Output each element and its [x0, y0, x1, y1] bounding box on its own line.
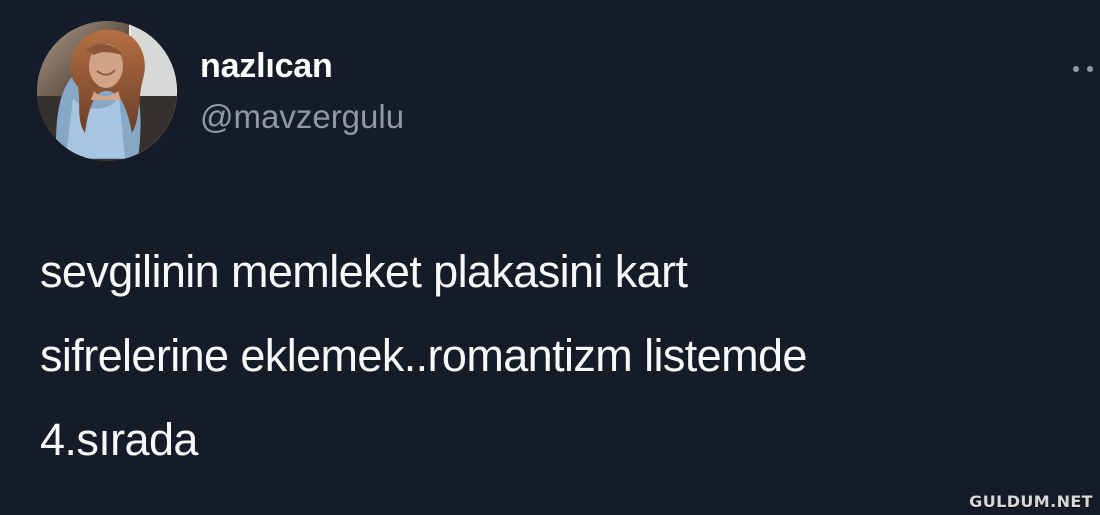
more-options-icon [1087, 66, 1093, 72]
avatar[interactable] [37, 21, 177, 161]
more-options-icon [1073, 66, 1079, 72]
tweet-text-line: 4.sırada [40, 414, 198, 465]
more-options-button[interactable] [1069, 60, 1100, 78]
site-watermark: GULDUM.NET [969, 492, 1093, 511]
username[interactable]: @mavzergulu [200, 98, 404, 136]
tweet-text: sevgilinin memleket plakasini kart sifre… [40, 230, 1070, 482]
tweet-text-line: sifrelerine eklemek..romantizm listemde [40, 330, 807, 381]
tweet-text-line: sevgilinin memleket plakasini kart [40, 246, 688, 297]
display-name[interactable]: nazlıcan [200, 47, 333, 86]
tweet-card: nazlıcan @mavzergulu sevgilinin memleket… [0, 0, 1100, 515]
